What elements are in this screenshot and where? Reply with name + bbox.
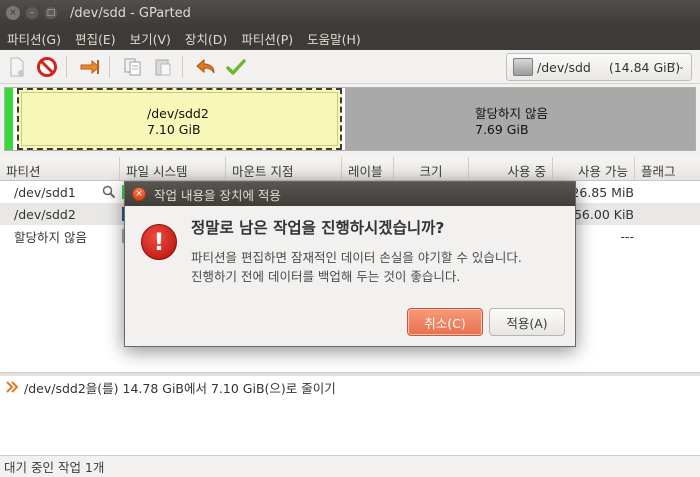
- toolbar-separator: [182, 55, 183, 78]
- dialog-title: 작업 내용을 장치에 적용: [154, 187, 281, 203]
- unallocated-name: 할당하지 않음: [475, 106, 548, 121]
- column-header-used[interactable]: 사용 중: [469, 157, 553, 180]
- delete-icon: [37, 56, 57, 77]
- pending-operations-list: /dev/sdd2을(를) 14.78 GiB에서 7.10 GiB(으)로 줄…: [0, 376, 700, 456]
- partition-sdd2-size: 7.10 GiB: [147, 122, 201, 137]
- chevron-updown-icon: ⌃⌄: [669, 62, 685, 72]
- apply-button[interactable]: [223, 54, 249, 80]
- column-header-flags[interactable]: 플래그: [635, 157, 700, 180]
- partition-graphic: /dev/sdd2 7.10 GiB 할당하지 않음 7.69 GiB: [0, 85, 700, 155]
- new-partition-icon: [10, 57, 24, 76]
- toolbar-separator: [109, 55, 110, 78]
- toolbar-separator: [66, 55, 67, 78]
- column-header-mountpoint[interactable]: 마운트 지점: [226, 157, 342, 180]
- status-text: 대기 중인 작업 1개: [4, 460, 105, 475]
- dialog-heading: 정말로 남은 작업을 진행하시겠습니까?: [191, 219, 445, 237]
- undo-icon: [196, 58, 215, 73]
- menu-device[interactable]: 장치(D): [178, 29, 234, 48]
- paste-icon: [155, 59, 171, 75]
- unallocated-block[interactable]: 할당하지 않음 7.69 GiB: [345, 88, 695, 150]
- error-icon: !: [141, 224, 177, 260]
- menu-bar: 파티션(G) 편집(E) 보기(V) 장치(D) 파티션(P) 도움말(H): [0, 26, 700, 50]
- list-item[interactable]: /dev/sdd2을(를) 14.78 GiB에서 7.10 GiB(으)로 줄…: [0, 376, 700, 398]
- column-header-filesystem[interactable]: 파일 시스템: [120, 157, 226, 180]
- partition-sdd1-block[interactable]: [5, 88, 13, 150]
- partition-sdd2-block[interactable]: /dev/sdd2 7.10 GiB: [17, 88, 342, 150]
- paste-button[interactable]: [150, 54, 176, 80]
- partition-sdd2-name: /dev/sdd2: [147, 106, 209, 121]
- window-maximize-button[interactable]: □: [44, 6, 58, 20]
- column-header-unused[interactable]: 사용 가능: [553, 157, 635, 180]
- resize-move-button[interactable]: [77, 54, 103, 80]
- window-minimize-button[interactable]: –: [25, 6, 39, 20]
- window-close-button[interactable]: ×: [6, 6, 20, 20]
- magnifier-icon: [102, 185, 116, 199]
- title-bar: × – □ /dev/sdd - GParted: [0, 0, 700, 26]
- copy-icon: [124, 58, 141, 75]
- menu-edit[interactable]: 편집(E): [68, 29, 123, 48]
- copy-button[interactable]: [120, 54, 146, 80]
- operation-text: /dev/sdd2을(를) 14.78 GiB에서 7.10 GiB(으)로 줄…: [24, 380, 336, 396]
- resize-operation-icon: [6, 381, 19, 393]
- delete-button[interactable]: [34, 54, 60, 80]
- row-partition-name: /dev/sdd2: [14, 206, 76, 222]
- column-header-label[interactable]: 레이블: [342, 157, 394, 180]
- menu-gparted[interactable]: 파티션(G): [0, 29, 68, 48]
- apply-icon: [226, 58, 246, 75]
- dialog-title-bar: × 작업 내용을 장치에 적용: [125, 182, 575, 206]
- dialog-message-line: 파티션을 편집하면 잠재적인 데이터 손실을 야기할 수 있습니다.: [191, 250, 522, 265]
- row-partition-name: 할당하지 않음: [14, 229, 87, 245]
- dialog-message-line: 진행하기 전에 데이터를 백업해 두는 것이 좋습니다.: [191, 269, 461, 284]
- hard-disk-icon: [513, 58, 533, 76]
- dialog-close-button[interactable]: ×: [132, 187, 146, 201]
- new-partition-button[interactable]: [4, 54, 30, 80]
- apply-confirm-button[interactable]: 적용(A): [489, 308, 565, 336]
- unallocated-label: 할당하지 않음 7.69 GiB: [475, 106, 548, 138]
- cancel-button[interactable]: 취소(C): [407, 308, 483, 336]
- window-title: /dev/sdd - GParted: [70, 5, 191, 21]
- row-unused: 26.85 MiB: [571, 184, 634, 200]
- apply-confirm-dialog: × 작업 내용을 장치에 적용 ! 정말로 남은 작업을 진행하시겠습니까? 파…: [124, 181, 576, 347]
- row-unused: 356.00 KiB: [566, 206, 634, 222]
- undo-button[interactable]: [193, 54, 219, 80]
- menu-view[interactable]: 보기(V): [123, 29, 178, 48]
- menu-partition[interactable]: 파티션(P): [234, 29, 300, 48]
- row-unused: ---: [620, 228, 634, 244]
- table-header: 파티션 파일 시스템 마운트 지점 레이블 크기 사용 중 사용 가능 플래그: [0, 157, 700, 181]
- partition-sdd2-label: /dev/sdd2 7.10 GiB: [147, 106, 209, 138]
- toolbar: /dev/sdd (14.84 GiB) ⌃⌄: [0, 50, 700, 84]
- column-header-size[interactable]: 크기: [394, 157, 469, 180]
- device-selector[interactable]: /dev/sdd (14.84 GiB) ⌃⌄: [506, 53, 692, 81]
- column-header-partition[interactable]: 파티션: [0, 157, 120, 180]
- status-bar: 대기 중인 작업 1개: [0, 456, 700, 477]
- unallocated-size: 7.69 GiB: [475, 122, 529, 137]
- resize-move-icon: [80, 59, 100, 74]
- device-name: /dev/sdd: [537, 59, 591, 75]
- dialog-message: 파티션을 편집하면 잠재적인 데이터 손실을 야기할 수 있습니다. 진행하기 …: [191, 248, 571, 286]
- menu-help[interactable]: 도움말(H): [300, 29, 368, 48]
